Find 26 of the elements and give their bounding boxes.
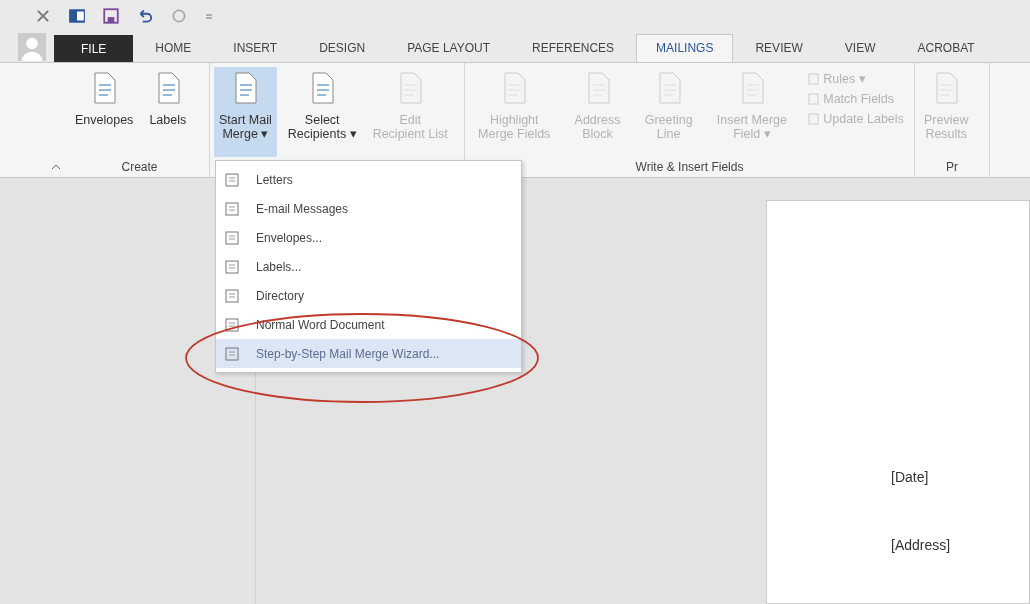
ribbon-button[interactable]: Select Recipients ▾: [282, 67, 362, 157]
menu-item[interactable]: E-mail Messages: [216, 194, 521, 223]
ribbon-tab[interactable]: REVIEW: [735, 34, 823, 62]
menu-item[interactable]: Envelopes...: [216, 223, 521, 252]
ribbon-tab[interactable]: FILE: [54, 35, 134, 62]
group-label: Write & Insert Fields: [635, 160, 744, 174]
ribbon-tab[interactable]: VIEW: [824, 34, 896, 62]
menu-item[interactable]: Letters: [216, 165, 521, 194]
group-label: Pr: [946, 160, 958, 174]
ribbon-tab[interactable]: ACROBAT: [897, 34, 995, 62]
menu-item[interactable]: Normal Word Document: [216, 310, 521, 339]
ribbon-button[interactable]: Labels: [144, 67, 192, 157]
ribbon-tab[interactable]: MAILINGS: [636, 34, 734, 62]
menu-item[interactable]: Labels...: [216, 252, 521, 281]
ribbon-tab[interactable]: INSERT: [213, 34, 298, 62]
placeholder-text: [Address]: [891, 537, 951, 553]
ribbon-button[interactable]: Start Mail Merge ▾: [214, 67, 277, 157]
placeholder-text: [Date]: [891, 469, 929, 485]
group-label: Create: [121, 160, 158, 174]
ribbon-tab[interactable]: PAGE LAYOUT: [387, 34, 511, 62]
menu-item[interactable]: Directory: [216, 281, 521, 310]
ribbon-tab[interactable]: HOME: [135, 34, 212, 62]
ribbon-button[interactable]: Envelopes: [70, 67, 139, 157]
ribbon-tab[interactable]: REFERENCES: [512, 34, 635, 62]
ribbon-tab[interactable]: DESIGN: [299, 34, 386, 62]
menu-item[interactable]: Step-by-Step Mail Merge Wizard...: [216, 339, 521, 368]
